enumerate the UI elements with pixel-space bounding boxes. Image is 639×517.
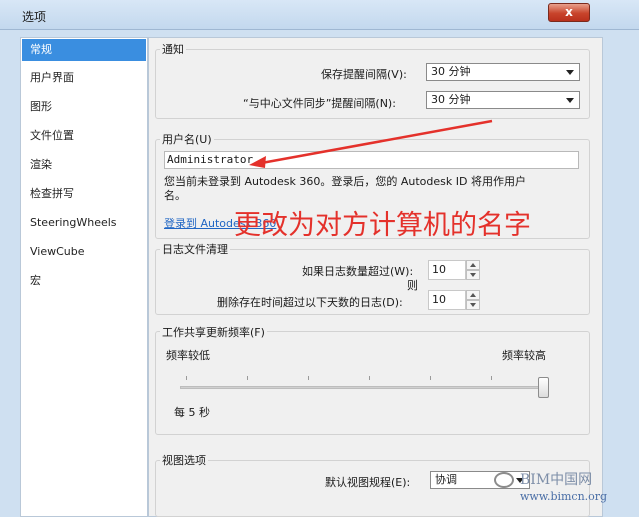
- frequency-high-label: 频率较高: [502, 349, 546, 362]
- sidebar-item-user-interface[interactable]: 用户界面: [22, 67, 146, 89]
- journal-count-value[interactable]: 10: [428, 260, 466, 280]
- worksharing-title: 工作共享更新频率(F): [160, 324, 267, 340]
- sidebar-item-steeringwheels[interactable]: SteeringWheels: [22, 212, 146, 234]
- journal-delete-value[interactable]: 10: [428, 290, 466, 310]
- view-options-title: 视图选项: [160, 452, 208, 468]
- slider-tick: [430, 376, 431, 380]
- window-title: 选项: [22, 10, 47, 24]
- annotation-text: 更改为对方计算机的名字: [234, 210, 531, 241]
- sync-reminder-label: “与中心文件同步”提醒间隔(N):: [243, 97, 396, 110]
- save-reminder-value: 30 分钟: [431, 65, 471, 78]
- login-info-line1: 您当前未登录到 Autodesk 360。登录后，您的 Autodesk ID …: [164, 175, 526, 188]
- sidebar-item-rendering[interactable]: 渲染: [22, 154, 146, 176]
- watermark-url: www.bimcn.org: [520, 490, 608, 503]
- slider-tick: [186, 376, 187, 380]
- chevron-down-icon: [566, 70, 574, 75]
- login-info-line2: 名。: [164, 189, 186, 202]
- journal-delete-spinner[interactable]: 10: [428, 290, 480, 310]
- slider-tick: [308, 376, 309, 380]
- sidebar-item-macros[interactable]: 宏: [22, 270, 146, 292]
- journal-count-label: 如果日志数量超过(W):: [302, 265, 414, 278]
- slider-tick: [247, 376, 248, 380]
- save-reminder-select[interactable]: 30 分钟: [426, 63, 580, 81]
- sidebar: 常规 用户界面 图形 文件位置 渲染 检查拼写 SteeringWheels V…: [20, 37, 148, 517]
- title-bar: 选项 x: [0, 0, 639, 30]
- frequency-interval-text: 每 5 秒: [174, 406, 210, 419]
- close-button[interactable]: x: [548, 3, 590, 22]
- spinner-down-icon[interactable]: [466, 300, 480, 310]
- sync-reminder-select[interactable]: 30 分钟: [426, 91, 580, 109]
- journal-title: 日志文件清理: [160, 241, 230, 257]
- wechat-logo-icon: [494, 472, 514, 488]
- username-title: 用户名(U): [160, 131, 214, 147]
- frequency-slider-track[interactable]: [180, 386, 548, 389]
- window-border-right: [603, 37, 639, 517]
- journal-count-spinner[interactable]: 10: [428, 260, 480, 280]
- journal-delete-label: 删除存在时间超过以下天数的日志(D):: [217, 296, 403, 309]
- sidebar-item-file-locations[interactable]: 文件位置: [22, 125, 146, 147]
- watermark-name: BIM中国网: [520, 472, 593, 488]
- slider-tick: [369, 376, 370, 380]
- watermark: BIM中国网 www.bimcn.org: [494, 466, 634, 512]
- slider-tick: [491, 376, 492, 380]
- frequency-low-label: 频率较低: [166, 349, 210, 362]
- view-discipline-value: 协调: [435, 473, 457, 486]
- chevron-down-icon: [566, 98, 574, 103]
- frequency-slider-thumb[interactable]: [538, 377, 549, 398]
- journal-then-label: 则: [407, 279, 418, 292]
- sync-reminder-value: 30 分钟: [431, 93, 471, 106]
- username-input[interactable]: Administrator: [164, 151, 579, 169]
- notifications-title: 通知: [160, 41, 186, 57]
- sidebar-item-general[interactable]: 常规: [22, 39, 146, 61]
- view-discipline-label: 默认视图规程(E):: [325, 476, 411, 489]
- sidebar-item-graphics[interactable]: 图形: [22, 96, 146, 118]
- spinner-up-icon[interactable]: [466, 290, 480, 300]
- sidebar-item-spelling[interactable]: 检查拼写: [22, 183, 146, 205]
- sidebar-item-viewcube[interactable]: ViewCube: [22, 241, 146, 263]
- save-reminder-label: 保存提醒间隔(V):: [321, 68, 407, 81]
- spinner-down-icon[interactable]: [466, 270, 480, 280]
- spinner-up-icon[interactable]: [466, 260, 480, 270]
